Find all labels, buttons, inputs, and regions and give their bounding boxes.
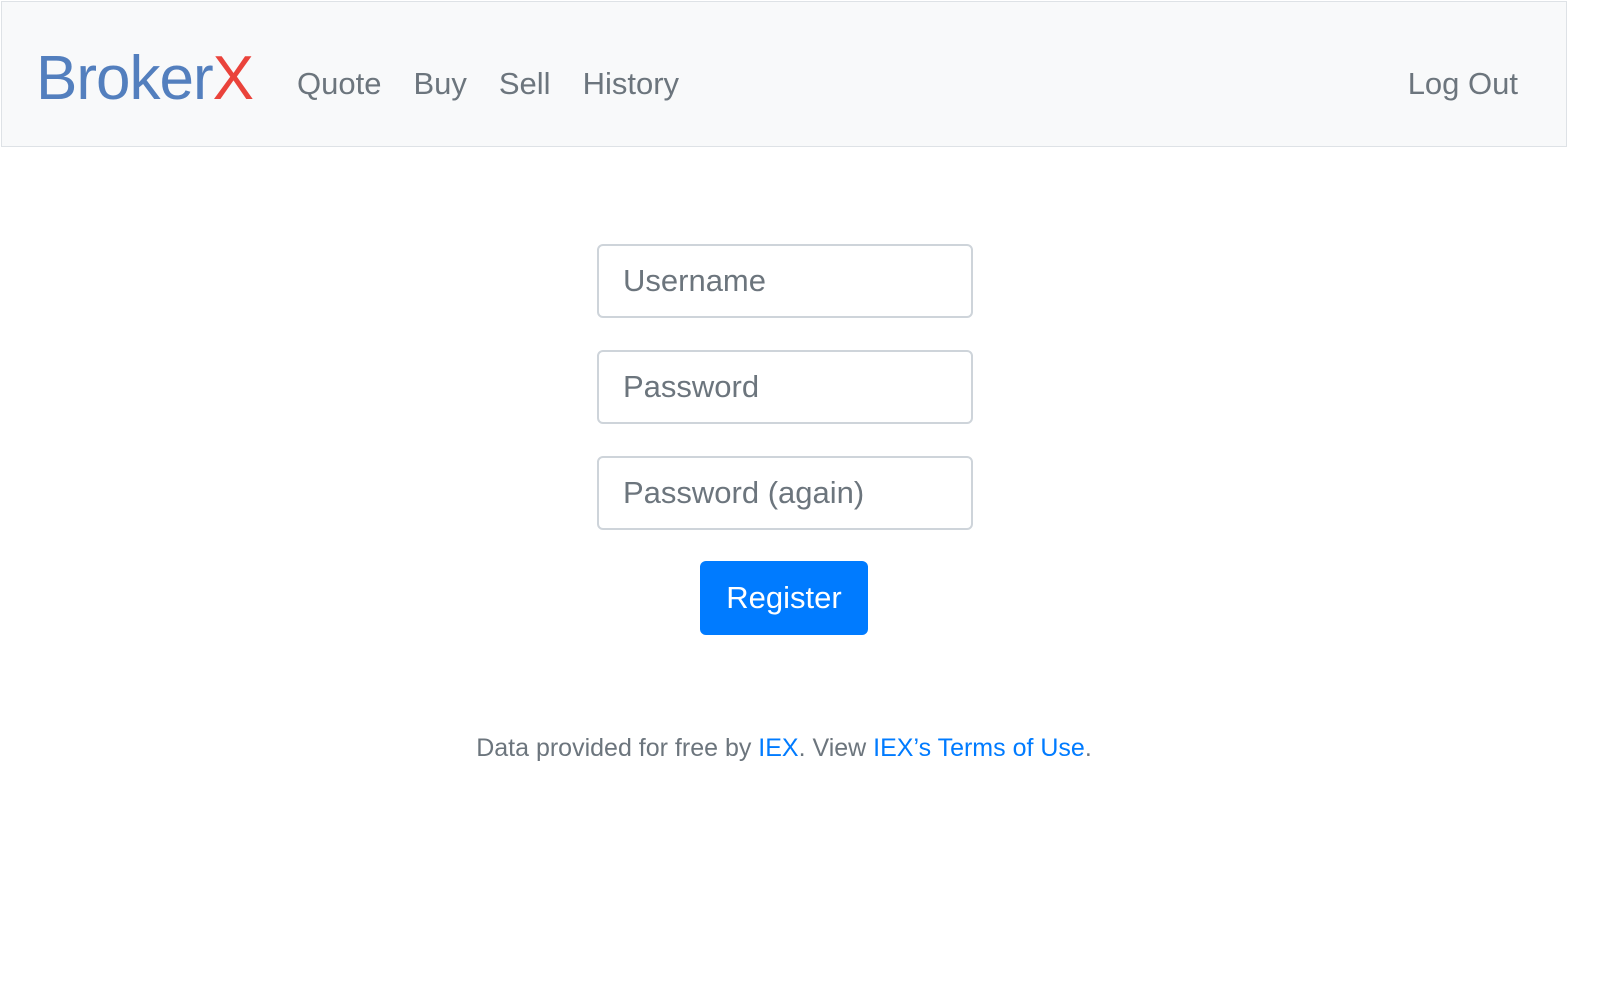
brand-logo[interactable]: BrokerX [36,44,254,114]
password-input[interactable] [597,350,973,424]
password-confirmation-input[interactable] [597,456,973,530]
brand-text: Broker [36,44,214,113]
nav-sell-link[interactable]: Sell [499,64,551,104]
footer-text-1: Data provided for free by [476,734,759,762]
logout-link[interactable]: Log Out [1408,64,1518,104]
footer-text-3: . [1084,734,1092,762]
nav-buy-link[interactable]: Buy [413,64,466,104]
nav-history-link[interactable]: History [583,64,679,104]
footer: Data provided for free by IEX. View IEX’… [0,732,1568,764]
footer-text-2: . View [798,734,874,762]
navbar: BrokerX Quote Buy Sell History Log Out [1,1,1567,147]
nav-quote-link[interactable]: Quote [297,64,381,104]
username-input[interactable] [597,244,973,318]
register-button[interactable]: Register [700,561,868,635]
iex-terms-link[interactable]: IEX’s Terms of Use [873,734,1085,762]
brand-x: X [212,44,254,113]
nav-links: Quote Buy Sell History [297,64,679,104]
iex-link[interactable]: IEX [758,734,798,762]
